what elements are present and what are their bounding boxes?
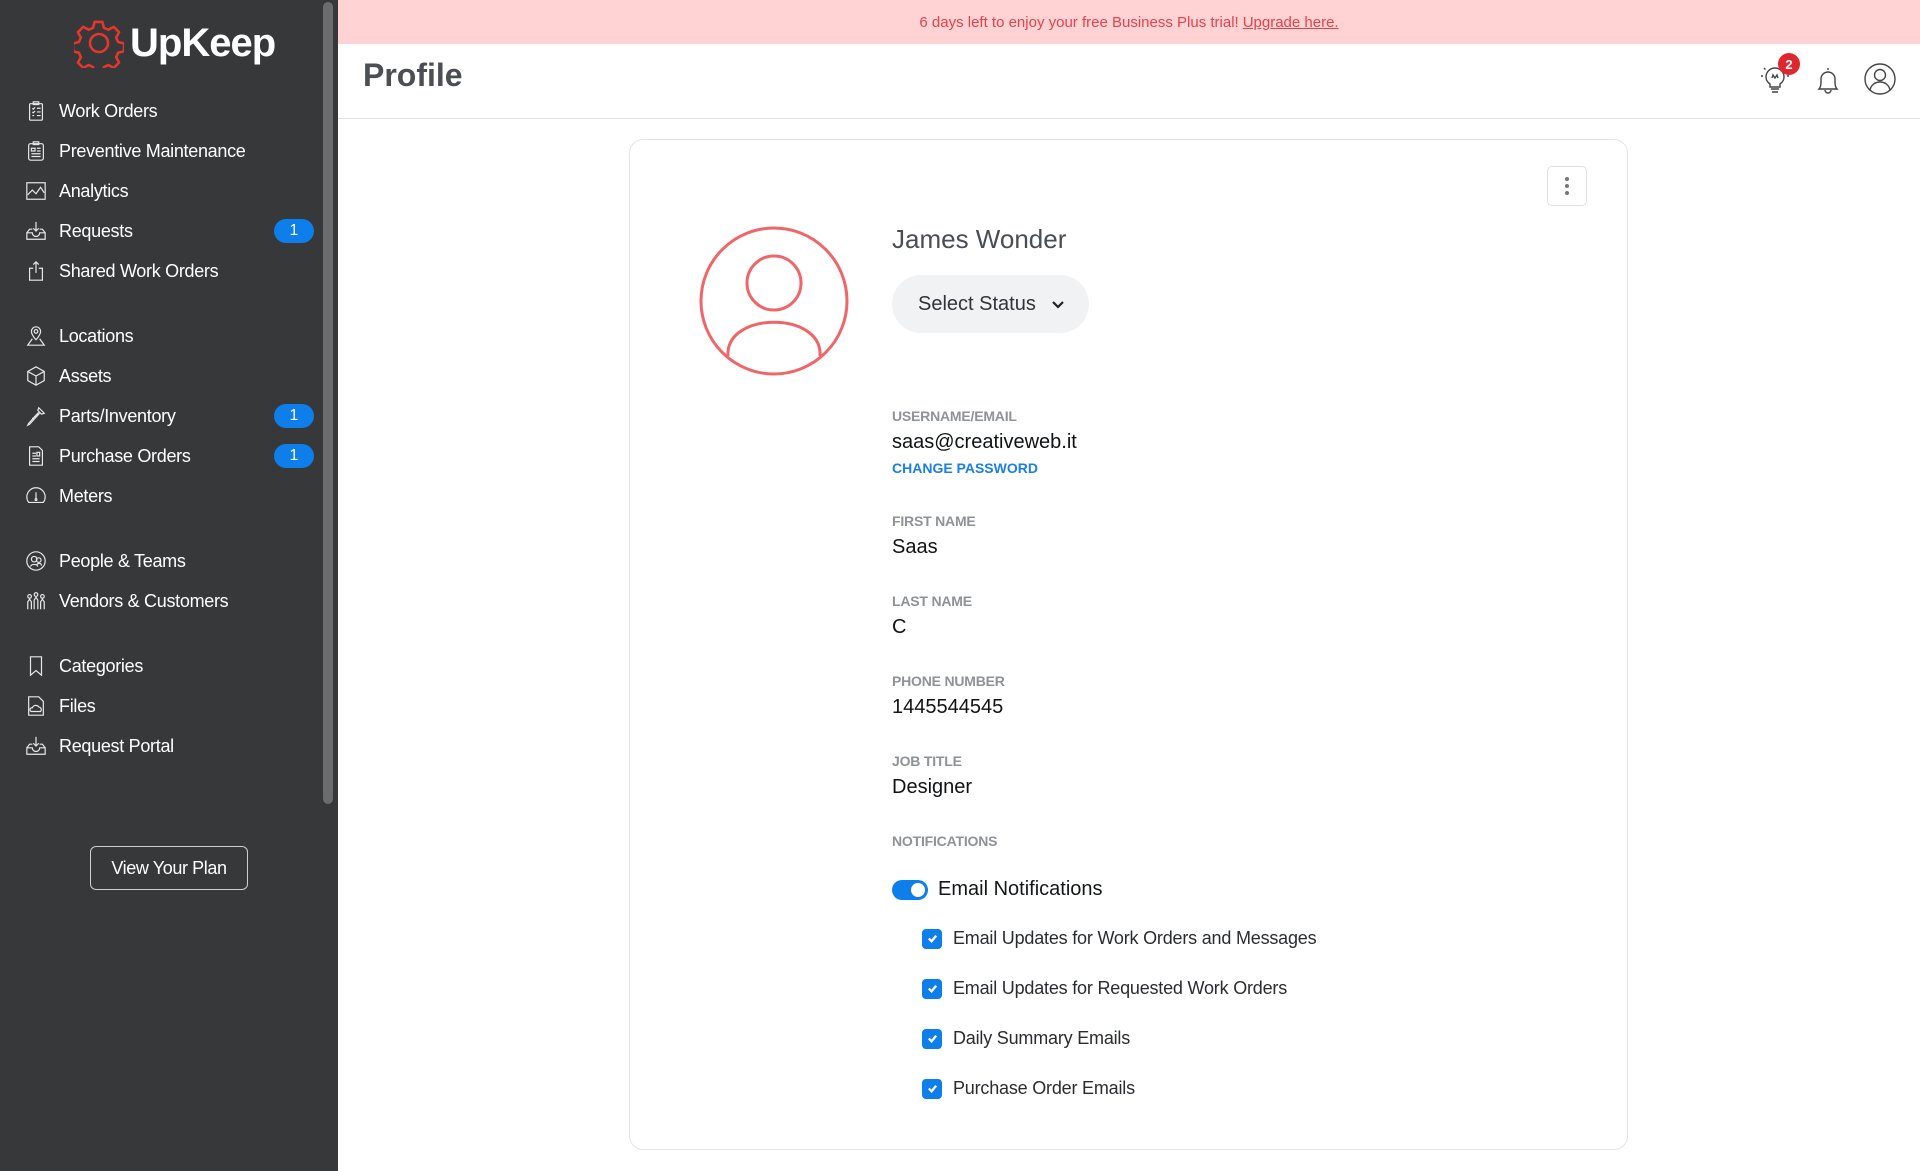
username-value: saas@creativeweb.it bbox=[892, 431, 1077, 453]
page-header: Profile bbox=[338, 44, 1920, 119]
sidebar-item-vendors-customers[interactable]: Vendors & Customers bbox=[24, 583, 314, 619]
email-notifications-toggle-row[interactable]: Email Notifications bbox=[892, 878, 1103, 901]
chevron-down-icon bbox=[1052, 301, 1064, 309]
more-options-button[interactable] bbox=[1547, 166, 1587, 206]
last-name-field: LAST NAME C bbox=[892, 593, 972, 639]
user-account-button[interactable] bbox=[1862, 61, 1898, 97]
kebab-dot-icon bbox=[1565, 191, 1569, 195]
sidebar-item-requests[interactable]: Requests 1 bbox=[24, 213, 314, 249]
option-requested-work-orders[interactable]: Email Updates for Requested Work Orders bbox=[922, 978, 1287, 999]
select-status-label: Select Status bbox=[918, 292, 1036, 315]
sidebar-item-purchase-orders[interactable]: Purchase Orders 1 bbox=[24, 438, 314, 474]
people-icon bbox=[24, 549, 48, 573]
sidebar-item-meters[interactable]: Meters bbox=[24, 478, 314, 514]
gauge-icon bbox=[24, 484, 48, 508]
parts-count-badge: 1 bbox=[274, 404, 314, 428]
view-your-plan-button[interactable]: View Your Plan bbox=[90, 846, 248, 890]
email-notifications-toggle[interactable] bbox=[892, 879, 928, 900]
kebab-dot-icon bbox=[1565, 177, 1569, 181]
sidebar-item-preventive-maintenance[interactable]: Preventive Maintenance bbox=[24, 133, 314, 169]
trial-banner-text: 6 days left to enjoy your free Business … bbox=[919, 13, 1239, 31]
sidebar-item-assets[interactable]: Assets bbox=[24, 358, 314, 394]
sidebar-item-categories[interactable]: Categories bbox=[24, 648, 314, 684]
phone-label: PHONE NUMBER bbox=[892, 673, 1005, 689]
upgrade-link[interactable]: Upgrade here. bbox=[1243, 14, 1339, 31]
notifications-section: NOTIFICATIONS bbox=[892, 833, 997, 849]
sidebar-item-parts-inventory[interactable]: Parts/Inventory 1 bbox=[24, 398, 314, 434]
bookmark-icon bbox=[24, 654, 48, 678]
bell-icon bbox=[1817, 68, 1839, 94]
group-icon bbox=[24, 589, 48, 613]
sidebar-item-shared-work-orders[interactable]: Shared Work Orders bbox=[24, 253, 314, 289]
document-icon bbox=[24, 444, 48, 468]
sidebar-item-files[interactable]: Files bbox=[24, 688, 314, 724]
sidebar: UpKeep Work Orders Preventive Maintenanc… bbox=[0, 0, 338, 1171]
cube-icon bbox=[24, 364, 48, 388]
file-cloud-icon bbox=[24, 694, 48, 718]
email-notifications-label: Email Notifications bbox=[938, 878, 1103, 900]
page-title: Profile bbox=[363, 57, 463, 93]
username-label: USERNAME/EMAIL bbox=[892, 408, 1017, 424]
change-password-link[interactable]: CHANGE PASSWORD bbox=[892, 460, 1077, 476]
option-daily-summary[interactable]: Daily Summary Emails bbox=[922, 1028, 1130, 1049]
screw-icon bbox=[24, 404, 48, 428]
chart-line-icon bbox=[24, 179, 48, 203]
user-circle-icon bbox=[1864, 63, 1896, 95]
first-name-label: FIRST NAME bbox=[892, 513, 976, 529]
profile-card: James Wonder Select Status USERNAME/EMAI… bbox=[629, 139, 1628, 1150]
sidebar-item-analytics[interactable]: Analytics bbox=[24, 173, 314, 209]
purchase-orders-count-badge: 1 bbox=[274, 444, 314, 468]
first-name-value: Saas bbox=[892, 536, 938, 558]
sidebar-item-request-portal[interactable]: Request Portal bbox=[24, 728, 314, 764]
avatar[interactable] bbox=[699, 226, 849, 376]
option-purchase-orders[interactable]: Purchase Order Emails bbox=[922, 1078, 1135, 1099]
requests-count-badge: 1 bbox=[274, 219, 314, 243]
checkmark-icon bbox=[927, 935, 937, 943]
username-email-field: USERNAME/EMAIL saas@creativeweb.it CHANG… bbox=[892, 408, 1077, 476]
checkmark-icon bbox=[927, 1035, 937, 1043]
tips-count-badge: 2 bbox=[1778, 53, 1800, 75]
sidebar-item-locations[interactable]: Locations bbox=[24, 318, 314, 354]
clipboard-schedule-icon bbox=[24, 139, 48, 163]
notifications-button[interactable] bbox=[1810, 62, 1846, 98]
sidebar-scrollbar[interactable] bbox=[323, 2, 333, 804]
checkbox-checked[interactable] bbox=[922, 1078, 942, 1099]
job-title-value: Designer bbox=[892, 776, 973, 798]
share-upload-icon bbox=[24, 259, 48, 283]
gear-logo-icon bbox=[74, 20, 124, 68]
last-name-value: C bbox=[892, 616, 907, 638]
sidebar-item-people-teams[interactable]: People & Teams bbox=[24, 543, 314, 579]
checkbox-checked[interactable] bbox=[922, 928, 942, 949]
notifications-label: NOTIFICATIONS bbox=[892, 833, 998, 849]
clipboard-checklist-icon bbox=[24, 99, 48, 123]
job-title-label: JOB TITLE bbox=[892, 753, 962, 769]
first-name-field: FIRST NAME Saas bbox=[892, 513, 976, 559]
inbox-download-icon bbox=[24, 219, 48, 243]
checkmark-icon bbox=[927, 985, 937, 993]
last-name-label: LAST NAME bbox=[892, 593, 972, 609]
checkbox-checked[interactable] bbox=[922, 978, 942, 999]
sidebar-item-work-orders[interactable]: Work Orders bbox=[24, 93, 314, 129]
map-pin-icon bbox=[24, 324, 48, 348]
upkeep-logo[interactable]: UpKeep bbox=[74, 18, 276, 68]
job-title-field: JOB TITLE Designer bbox=[892, 753, 972, 799]
inbox-download-icon bbox=[24, 734, 48, 758]
app-name: UpKeep bbox=[130, 20, 276, 65]
select-status-dropdown[interactable]: Select Status bbox=[892, 275, 1089, 333]
option-work-orders-messages[interactable]: Email Updates for Work Orders and Messag… bbox=[922, 928, 1317, 949]
phone-number-field: PHONE NUMBER 1445544545 bbox=[892, 673, 1005, 719]
phone-value: 1445544545 bbox=[892, 696, 1004, 718]
checkbox-checked[interactable] bbox=[922, 1028, 942, 1049]
checkmark-icon bbox=[927, 1085, 937, 1093]
trial-banner: 6 days left to enjoy your free Business … bbox=[338, 0, 1920, 44]
kebab-dot-icon bbox=[1565, 184, 1569, 188]
profile-name: James Wonder bbox=[892, 224, 1067, 254]
